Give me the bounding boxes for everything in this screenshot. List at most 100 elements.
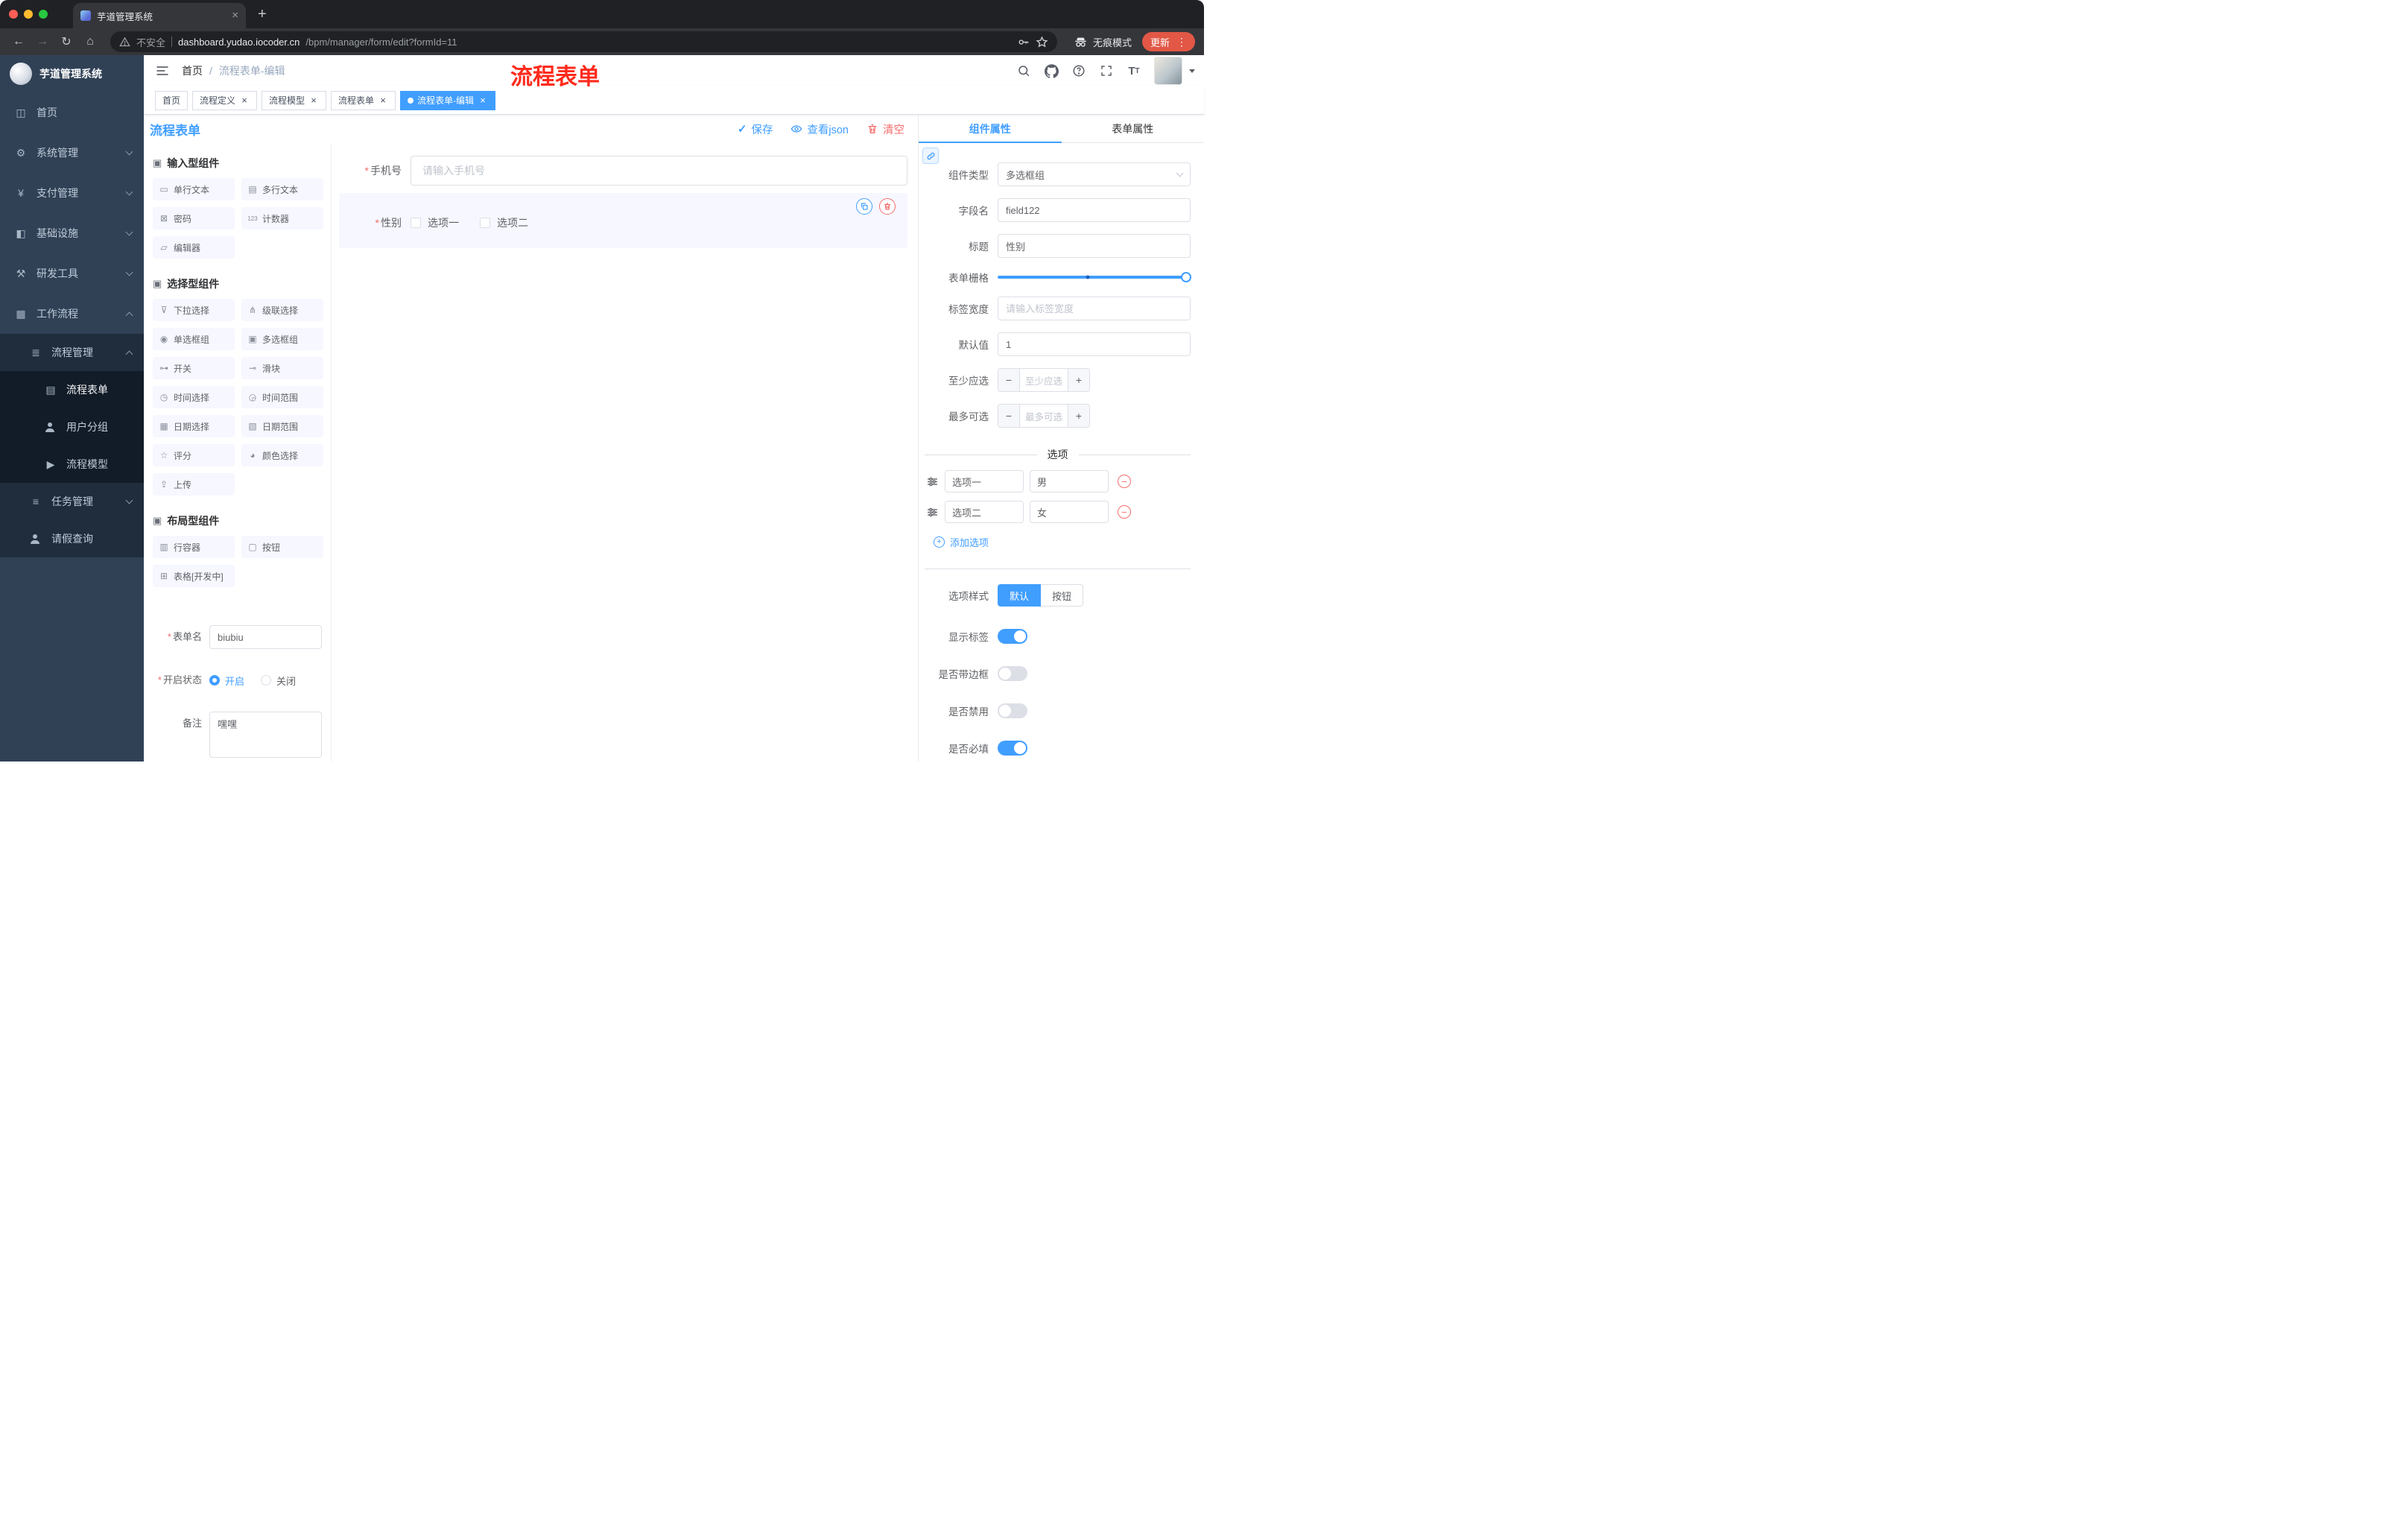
tag-home[interactable]: 首页 [155,90,188,110]
tab-component-properties[interactable]: 组件属性 [919,115,1062,143]
sidebar-logo[interactable]: 芋道管理系统 [0,55,144,92]
show-label-toggle[interactable] [998,629,1027,644]
component-select[interactable]: ⊽ 下拉选择 [153,299,235,321]
sidebar-item-task-management[interactable]: ≡ 任务管理 [0,483,144,520]
option-label-input[interactable] [945,470,1024,493]
increase-button[interactable]: + [1068,405,1089,427]
sidebar-item-home[interactable]: ◫ 首页 [0,92,144,133]
status-on-radio[interactable]: 开启 [209,674,244,688]
sidebar-item-workflow[interactable]: ▦ 工作流程 [0,294,144,334]
component-radio-group[interactable]: ◉ 单选框组 [153,328,235,350]
widget-phone[interactable]: * 手机号 [339,156,907,186]
slider-handle[interactable] [1181,272,1191,282]
widget-gender-selected[interactable]: * 性别 选项一 选项二 [339,193,907,248]
option-value-input[interactable] [1030,501,1109,523]
sidebar-item-process-form[interactable]: ▤ 流程表单 [0,371,144,408]
minimize-window-button[interactable] [24,10,33,19]
component-password[interactable]: ⊠ 密码 [153,207,235,229]
border-toggle[interactable] [998,666,1027,681]
component-color-picker[interactable]: ◕ 颜色选择 [241,444,323,466]
breadcrumb-home[interactable]: 首页 [182,63,203,78]
remove-option-button[interactable]: − [1118,505,1131,519]
min-select-value[interactable]: 至少应选 [1020,369,1068,391]
checkbox-option-2[interactable]: 选项二 [480,215,528,230]
sidebar-item-user-group[interactable]: 用户分组 [0,408,144,446]
style-default-button[interactable]: 默认 [998,584,1042,607]
decrease-button[interactable]: − [998,369,1020,391]
component-editor[interactable]: ▱ 编辑器 [153,236,235,259]
disabled-toggle[interactable] [998,703,1027,718]
tag-process-form[interactable]: 流程表单 × [331,90,396,110]
component-time-range[interactable]: ◶ 时间范围 [241,386,323,408]
reload-icon[interactable]: ↻ [57,34,76,49]
component-tree-icon[interactable] [922,148,939,164]
browser-update-button[interactable]: 更新 ⋮ [1141,32,1195,51]
sidebar-item-system-management[interactable]: ⚙ 系统管理 [0,133,144,173]
component-button[interactable]: ▢ 按钮 [241,536,323,558]
component-row-container[interactable]: ▥ 行容器 [153,536,235,558]
component-multi-line-text[interactable]: ▤ 多行文本 [241,178,323,200]
save-button[interactable]: ✓ 保存 [738,121,773,137]
forward-icon[interactable]: → [33,35,52,48]
option-value-input[interactable] [1030,470,1109,493]
new-tab-button[interactable]: + [258,6,267,23]
zoom-window-button[interactable] [39,10,48,19]
component-checkbox-group[interactable]: ▣ 多选框组 [241,328,323,350]
component-type-select[interactable]: 多选框组 [998,162,1191,186]
grid-slider[interactable] [998,272,1191,282]
component-table[interactable]: ⊞ 表格[开发中] [153,565,235,587]
style-button-button[interactable]: 按钮 [1041,584,1084,607]
default-value-input[interactable] [998,332,1191,356]
label-width-input[interactable] [998,297,1191,320]
checkbox-option-1[interactable]: 选项一 [411,215,459,230]
clear-button[interactable]: 清空 [866,121,904,137]
form-name-input[interactable] [209,625,322,649]
sidebar-item-leave-query[interactable]: 请假查询 [0,520,144,557]
home-icon[interactable]: ⌂ [80,35,100,48]
form-remark-textarea[interactable]: 嘿嘿 [209,712,322,758]
remove-option-button[interactable]: − [1118,475,1131,488]
tag-close-icon[interactable]: × [478,95,488,106]
add-option-button[interactable]: + 添加选项 [934,535,1191,549]
increase-button[interactable]: + [1068,369,1089,391]
close-window-button[interactable] [9,10,18,19]
tag-close-icon[interactable]: × [378,95,388,106]
help-icon[interactable] [1071,63,1086,78]
copy-widget-button[interactable] [856,198,872,215]
sidebar-item-dev-tools[interactable]: ⚒ 研发工具 [0,253,144,294]
tag-process-form-edit[interactable]: 流程表单-编辑 × [400,90,496,110]
tag-close-icon[interactable]: × [239,95,250,106]
fullscreen-icon[interactable] [1099,63,1114,78]
sidebar-item-payment-management[interactable]: ¥ 支付管理 [0,173,144,213]
component-upload[interactable]: ⇪ 上传 [153,473,235,495]
drag-handle-icon[interactable] [926,475,939,488]
tag-process-definition[interactable]: 流程定义 × [192,90,258,110]
sidebar-toggle-icon[interactable] [155,63,170,78]
component-switch[interactable]: ⊶ 开关 [153,357,235,379]
sidebar-item-process-model[interactable]: ▶ 流程模型 [0,446,144,483]
view-json-button[interactable]: 查看json [790,121,849,137]
component-date-picker[interactable]: ▦ 日期选择 [153,415,235,437]
address-bar[interactable]: 不安全 dashboard.yudao.iocoder.cn /bpm/mana… [110,31,1057,52]
title-input[interactable] [998,234,1191,258]
tab-form-properties[interactable]: 表单属性 [1062,115,1205,142]
decrease-button[interactable]: − [998,405,1020,427]
avatar-caret-icon[interactable] [1189,69,1195,73]
github-icon[interactable] [1044,63,1059,78]
status-off-radio[interactable]: 关闭 [261,674,296,688]
drag-handle-icon[interactable] [926,506,939,519]
component-cascader[interactable]: ⋔ 级联选择 [241,299,323,321]
phone-input[interactable] [411,156,907,186]
sidebar-item-process-management[interactable]: ≣ 流程管理 [0,334,144,371]
back-icon[interactable]: ← [9,35,28,48]
option-label-input[interactable] [945,501,1024,523]
security-label[interactable]: 不安全 [136,35,165,49]
component-time-picker[interactable]: ◷ 时间选择 [153,386,235,408]
max-select-value[interactable]: 最多可选 [1020,405,1068,427]
component-single-line-text[interactable]: ▭ 单行文本 [153,178,235,200]
browser-menu-icon[interactable]: ⋮ [1176,36,1187,48]
sidebar-item-infrastructure[interactable]: ◧ 基础设施 [0,213,144,253]
search-icon[interactable] [1016,63,1031,78]
field-name-input[interactable] [998,198,1191,222]
component-counter[interactable]: 123 计数器 [241,207,323,229]
